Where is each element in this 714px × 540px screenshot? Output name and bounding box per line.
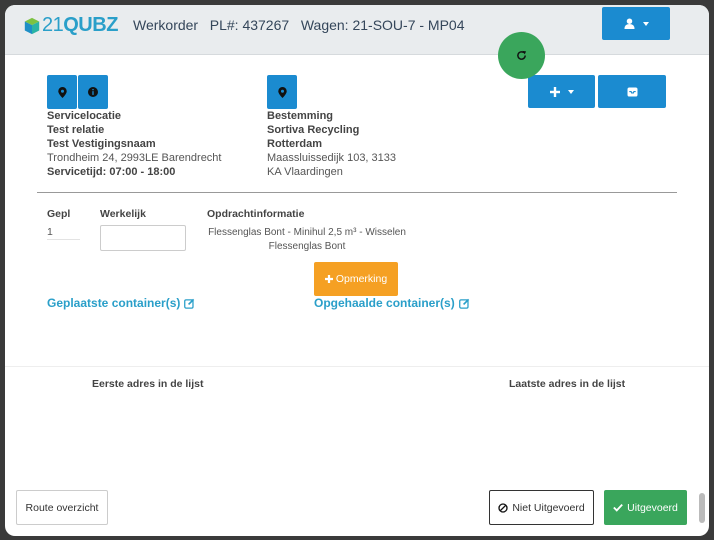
map-marker-icon bbox=[277, 86, 287, 98]
destination-map-button[interactable] bbox=[267, 75, 297, 109]
top-navbar: 21QUBZ Werkorder PL#: 437267 Wagen: 21-S… bbox=[5, 5, 709, 55]
opdrachtinformatie-label: Opdrachtinformatie bbox=[207, 208, 305, 220]
gepl-value: 1 bbox=[47, 226, 53, 238]
uitgevoerd-label: Uitgevoerd bbox=[627, 501, 678, 514]
werkelijk-input[interactable] bbox=[100, 225, 186, 251]
inbox-button[interactable] bbox=[598, 75, 666, 108]
refresh-icon bbox=[517, 50, 527, 60]
service-location-info-button[interactable] bbox=[78, 75, 108, 109]
section-divider bbox=[37, 192, 677, 193]
werkelijk-label: Werkelijk bbox=[100, 208, 146, 220]
page-title: Werkorder PL#: 437267 Wagen: 21-SOU-7 - … bbox=[133, 17, 465, 33]
chevron-down-icon bbox=[567, 89, 574, 94]
plus-icon bbox=[549, 86, 560, 97]
refresh-button[interactable] bbox=[498, 32, 545, 79]
opmerking-label: Opmerking bbox=[335, 273, 388, 285]
destination-address-line1: Maassluissedijk 103, 3133 bbox=[267, 152, 397, 164]
logo: 21QUBZ bbox=[23, 14, 118, 37]
plus-icon bbox=[324, 275, 333, 283]
route-overzicht-label: Route overzicht bbox=[25, 501, 99, 514]
geplaatste-containers-label: Geplaatste container(s) bbox=[47, 296, 181, 310]
scrollbar[interactable] bbox=[699, 493, 705, 523]
gepl-field: 1 bbox=[47, 225, 80, 240]
destination-city: Rotterdam bbox=[267, 138, 323, 150]
edit-icon bbox=[184, 298, 195, 309]
opgehaalde-containers-link[interactable]: Opgehaalde container(s) bbox=[314, 296, 470, 310]
opdracht-line-1: Flessenglas Bont - Minihul 2,5 m³ - Wiss… bbox=[208, 227, 406, 238]
uitgevoerd-button[interactable]: Uitgevoerd bbox=[604, 490, 687, 525]
info-icon bbox=[88, 87, 98, 97]
list-divider bbox=[5, 366, 709, 367]
destination-address-line2: KA Vlaardingen bbox=[267, 166, 343, 178]
service-location-heading: Servicelocatie bbox=[47, 110, 121, 122]
geplaatste-containers-link[interactable]: Geplaatste container(s) bbox=[47, 296, 195, 310]
opgehaalde-containers-label: Opgehaalde container(s) bbox=[314, 296, 455, 310]
edit-icon bbox=[458, 298, 469, 309]
opdrachtinformatie-text: Flessenglas Bont - Minihul 2,5 m³ - Wiss… bbox=[201, 226, 413, 254]
destination-heading: Bestemming bbox=[267, 110, 334, 122]
niet-uitgevoerd-label: Niet Uitgevoerd bbox=[512, 501, 585, 514]
map-marker-icon bbox=[57, 86, 67, 98]
first-address-header: Eerste adres in de lijst bbox=[92, 378, 204, 390]
opdracht-line-2: Flessenglas Bont bbox=[268, 241, 346, 252]
opmerking-button[interactable]: Opmerking bbox=[314, 262, 398, 296]
logo-text: 21QUBZ bbox=[42, 14, 118, 36]
check-icon bbox=[613, 503, 623, 512]
service-location-block: Servicelocatie Test relatie Test Vestigi… bbox=[47, 109, 221, 179]
gepl-label: Gepl bbox=[47, 208, 71, 220]
user-icon bbox=[623, 18, 635, 29]
service-vestiging: Test Vestigingsnaam bbox=[47, 138, 156, 150]
service-time: Servicetijd: 07:00 - 18:00 bbox=[47, 166, 176, 178]
app-window: 21QUBZ Werkorder PL#: 437267 Wagen: 21-S… bbox=[5, 5, 709, 536]
inbox-icon bbox=[627, 86, 637, 97]
add-dropdown-button[interactable] bbox=[528, 75, 595, 108]
destination-name: Sortiva Recycling bbox=[267, 124, 360, 136]
ban-icon bbox=[498, 502, 508, 513]
user-menu-button[interactable] bbox=[602, 7, 670, 40]
destination-block: Bestemming Sortiva Recycling Rotterdam M… bbox=[267, 109, 396, 179]
route-overzicht-button[interactable]: Route overzicht bbox=[16, 490, 108, 525]
chevron-down-icon bbox=[642, 21, 649, 26]
logo-cube-icon bbox=[24, 17, 40, 34]
last-address-header: Laatste adres in de lijst bbox=[509, 378, 626, 390]
niet-uitgevoerd-button[interactable]: Niet Uitgevoerd bbox=[489, 490, 594, 525]
service-relatie: Test relatie bbox=[47, 124, 105, 136]
service-address: Trondheim 24, 2993LE Barendrecht bbox=[47, 152, 222, 164]
service-location-map-button[interactable] bbox=[47, 75, 77, 109]
